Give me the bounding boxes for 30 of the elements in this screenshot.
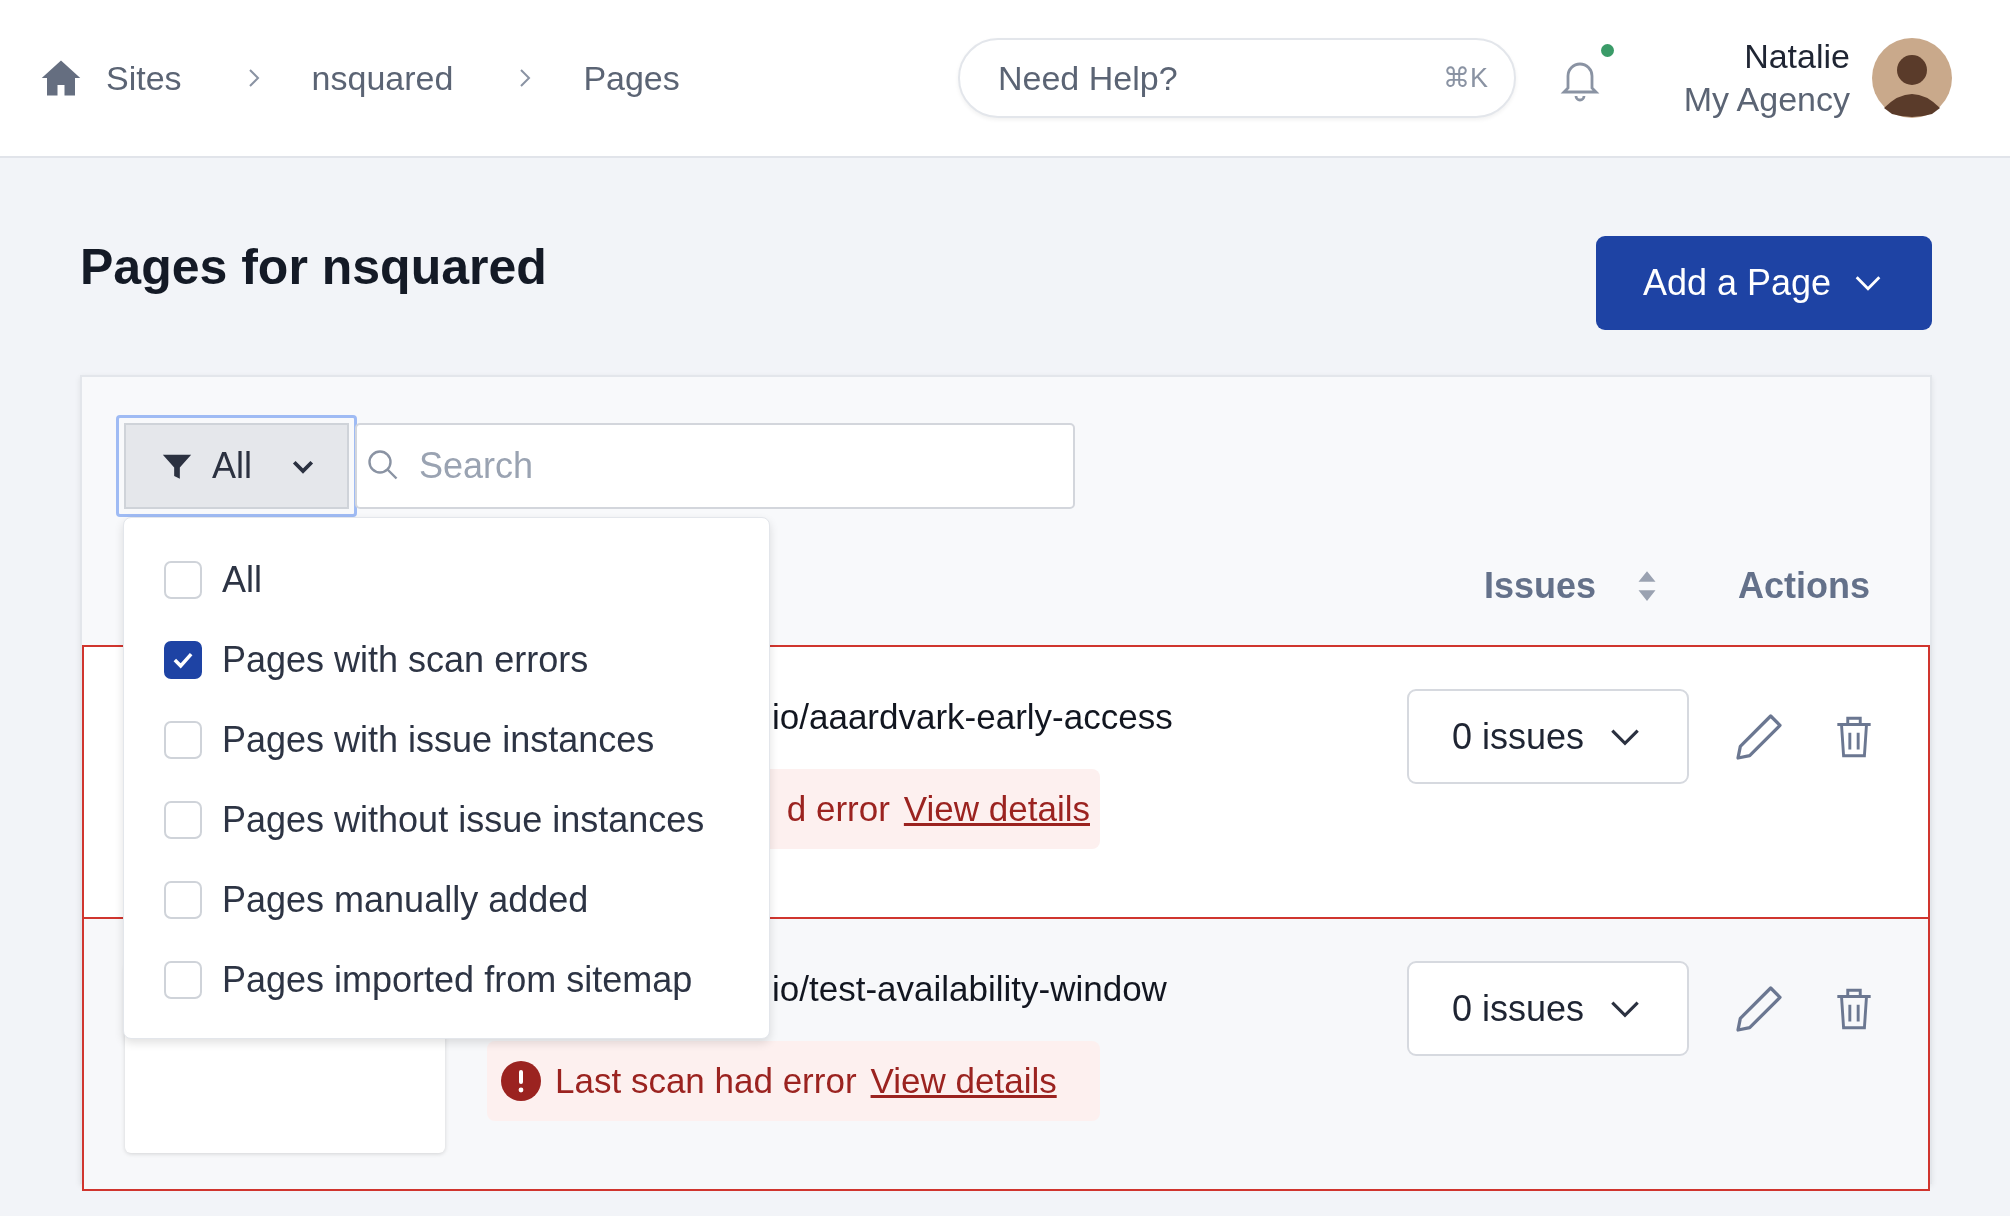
- page-title: Pages for nsquared: [80, 238, 547, 296]
- view-details-link[interactable]: View details: [870, 1061, 1057, 1101]
- error-message: d error: [786, 789, 890, 829]
- filter-option[interactable]: Pages manually added: [124, 860, 769, 940]
- checkbox[interactable]: [164, 641, 202, 679]
- view-details-link[interactable]: View details: [903, 789, 1090, 829]
- page-url: io/aaardvark-early-access: [772, 697, 1173, 737]
- organization-name: My Agency: [1683, 80, 1850, 119]
- breadcrumb-link[interactable]: nsquared: [311, 58, 468, 98]
- shortcut-hint: ⌘K: [1443, 62, 1488, 94]
- error-message: Last scan had error: [555, 1061, 857, 1101]
- filter-option[interactable]: Pages imported from sitemap: [124, 940, 769, 1020]
- breadcrumb-link[interactable]: Sites: [106, 58, 196, 98]
- filter-option[interactable]: Pages with scan errors: [124, 620, 769, 700]
- column-header[interactable]: Issues: [1483, 565, 1596, 607]
- column-header: Actions: [1738, 565, 1870, 607]
- error-icon: [501, 1061, 541, 1101]
- page-url: io/test-availability-window: [772, 969, 1167, 1009]
- filter-button[interactable]: All: [124, 423, 349, 509]
- issues-dropdown[interactable]: 0 issues: [1407, 961, 1689, 1056]
- breadcrumb-link[interactable]: Pages: [583, 58, 694, 98]
- issues-dropdown[interactable]: 0 issues: [1407, 689, 1689, 784]
- search-field[interactable]: Search: [355, 423, 1075, 509]
- avatar[interactable]: [1872, 38, 1952, 118]
- sort-icon[interactable]: [1636, 569, 1658, 603]
- filter-option[interactable]: All: [124, 540, 769, 620]
- user-name: Natalie: [1744, 37, 1850, 76]
- add-page-button[interactable]: Add a Page: [1596, 236, 1932, 330]
- filter-option[interactable]: Pages without issue instances: [124, 780, 769, 860]
- filter-option[interactable]: Pages with issue instances: [124, 700, 769, 780]
